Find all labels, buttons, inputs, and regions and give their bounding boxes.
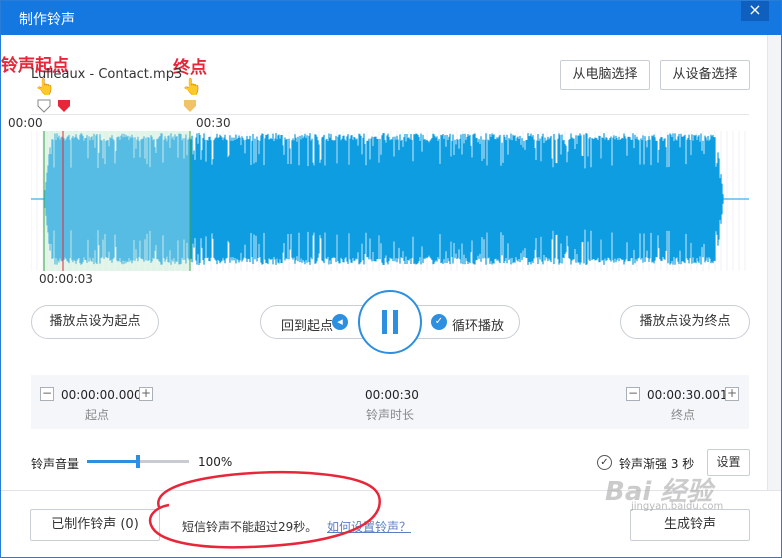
choose-from-device-button[interactable]: 从设备选择 bbox=[660, 60, 750, 90]
volume-slider[interactable] bbox=[87, 455, 189, 468]
file-name: Lulleaux - Contact.mp3 bbox=[31, 67, 183, 82]
time-tick-0: 00:00 bbox=[8, 116, 43, 130]
time-tick-30: 00:30 bbox=[196, 116, 231, 130]
set-start-button[interactable]: 播放点设为起点 bbox=[31, 305, 159, 339]
waveform-graph bbox=[30, 113, 749, 271]
start-time-value: 00:00:00.000 bbox=[61, 388, 142, 402]
scrollbar[interactable] bbox=[767, 35, 781, 491]
set-end-button[interactable]: 播放点设为终点 bbox=[620, 305, 750, 339]
duration-label: 铃声时长 bbox=[366, 408, 415, 422]
end-label: 终点 bbox=[671, 408, 696, 422]
choose-from-pc-button[interactable]: 从电脑选择 bbox=[560, 60, 650, 90]
start-increase-button[interactable]: + bbox=[139, 387, 153, 401]
start-decrease-button[interactable]: − bbox=[40, 387, 54, 401]
watermark-url: jingyan.baidu.com bbox=[631, 501, 724, 512]
title-bar: 制作铃声 × bbox=[1, 1, 781, 35]
range-panel: − 00:00:00.000 + 起点 00:00:30 铃声时长 − 00:0… bbox=[31, 375, 749, 429]
end-increase-button[interactable]: + bbox=[725, 387, 739, 401]
pointing-hand-icon: 👆 bbox=[182, 77, 202, 96]
end-handle-icon[interactable] bbox=[184, 100, 196, 112]
volume-label: 铃声音量 bbox=[31, 457, 80, 471]
playhead-marker-icon[interactable] bbox=[58, 100, 70, 112]
fade-label: 铃声渐强 3 秒 bbox=[619, 457, 695, 471]
generate-ringtone-button[interactable]: 生成铃声 bbox=[630, 509, 750, 541]
volume-fill bbox=[87, 460, 138, 463]
end-decrease-button[interactable]: − bbox=[626, 387, 640, 401]
playhead-time: 00:00:03 bbox=[39, 272, 93, 286]
back-arrow-icon[interactable]: ◂ bbox=[332, 314, 348, 330]
range-markers bbox=[37, 99, 196, 113]
end-time-value: 00:00:30.001 bbox=[647, 388, 728, 402]
loop-checkbox-icon[interactable]: ✓ bbox=[431, 314, 447, 330]
duration-value: 00:00:30 bbox=[365, 388, 419, 402]
circle-annotation bbox=[148, 470, 381, 549]
window-title: 制作铃声 bbox=[19, 12, 75, 28]
fade-checkbox[interactable]: ✓ bbox=[597, 455, 612, 470]
pause-icon bbox=[382, 310, 387, 334]
start-label: 起点 bbox=[85, 408, 110, 422]
timeline-axis bbox=[31, 114, 749, 115]
ringtone-maker-window: 制作铃声 × 铃声起点 终点 👆 👆 Lulleaux - Contact.mp… bbox=[0, 0, 782, 558]
close-button[interactable]: × bbox=[741, 1, 769, 21]
loop-play-label[interactable]: 循环播放 bbox=[452, 315, 504, 334]
start-handle-icon[interactable] bbox=[37, 99, 51, 113]
waveform[interactable] bbox=[30, 113, 749, 271]
back-to-start-label[interactable]: 回到起点 bbox=[281, 315, 333, 334]
pause-button[interactable] bbox=[358, 290, 422, 354]
fade-settings-button[interactable]: 设置 bbox=[707, 449, 750, 476]
